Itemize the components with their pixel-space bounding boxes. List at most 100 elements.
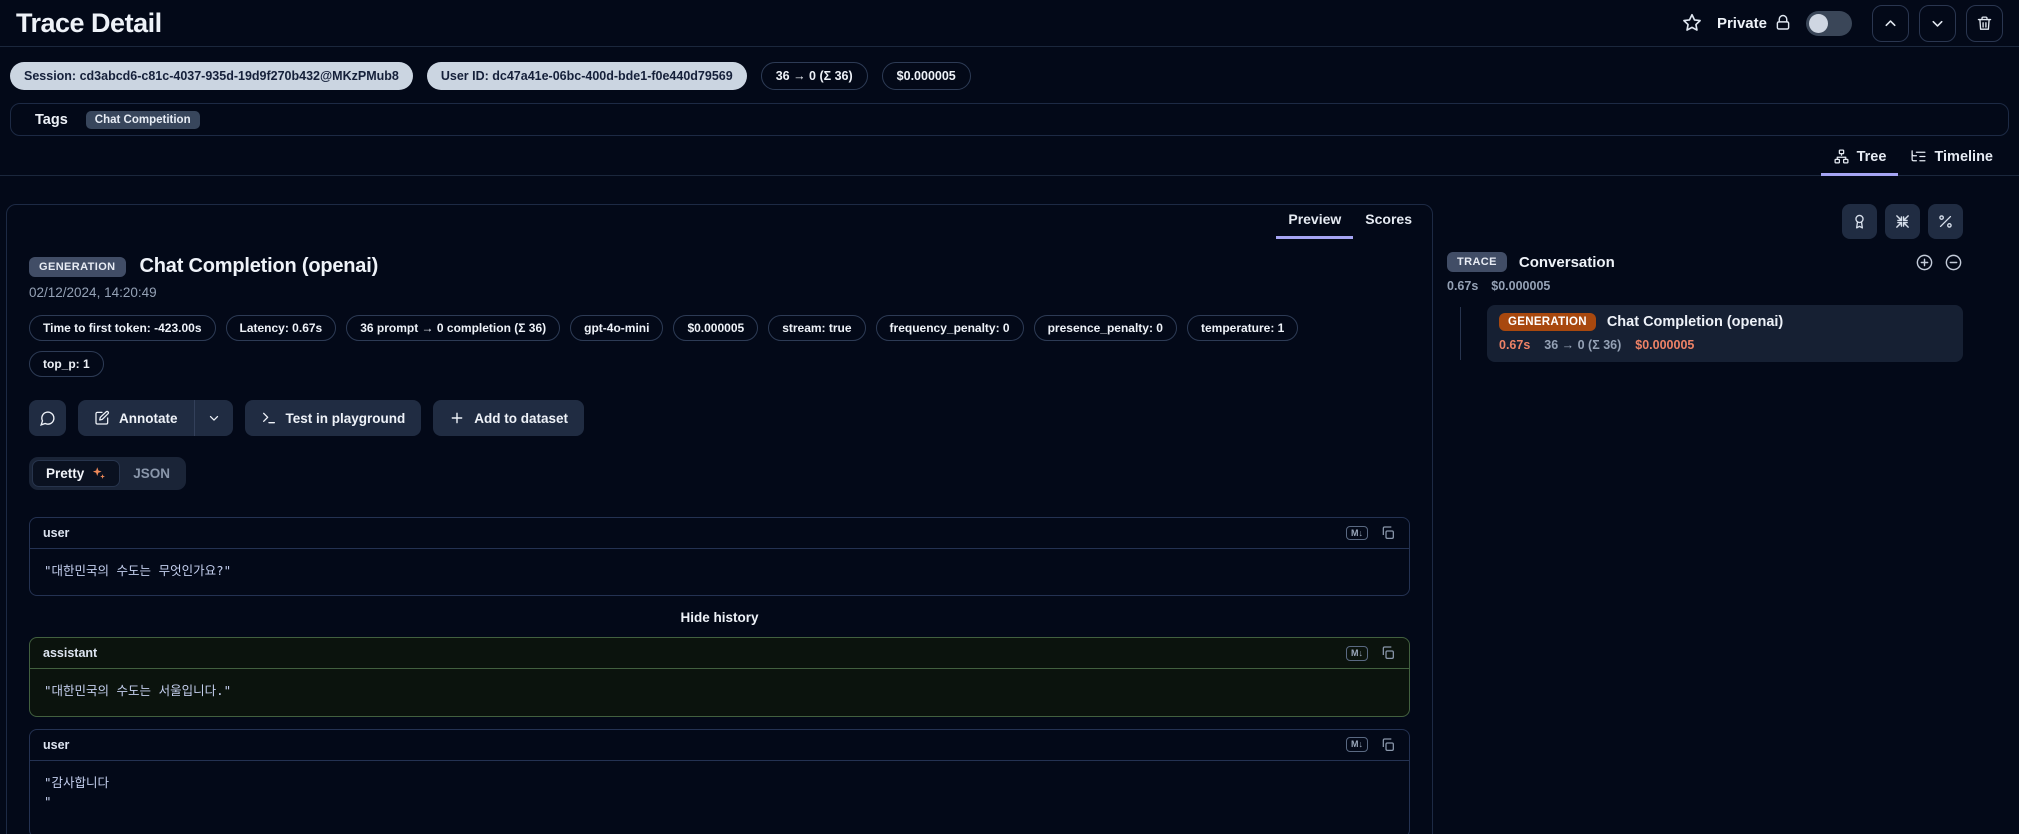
tab-preview[interactable]: Preview xyxy=(1276,205,1354,239)
tree-area: GENERATION Chat Completion (openai) 0.67… xyxy=(1447,305,1963,362)
cost-badge: $0.000005 xyxy=(673,315,759,341)
format-json-button[interactable]: JSON xyxy=(120,461,183,486)
node-cost: $0.000005 xyxy=(1635,338,1695,352)
chevron-down-icon xyxy=(209,415,218,421)
percent-icon xyxy=(1939,215,1952,228)
comment-button[interactable] xyxy=(29,400,66,436)
plus-icon xyxy=(451,412,463,424)
trace-latency: 0.67s xyxy=(1447,279,1479,293)
message-box-user-1: user M↓ "대한민국의 수도는 무엇인가요?" xyxy=(29,517,1410,597)
generation-type-badge: GENERATION xyxy=(29,256,126,277)
presence-penalty-badge: presence_penalty: 0 xyxy=(1033,315,1177,341)
io-preview: user M↓ "대한민국의 수도는 무엇인가요?" Hide history … xyxy=(29,517,1410,834)
message-box-user-2: user M↓ "감사합니다 " xyxy=(29,728,1410,834)
generation-node-row[interactable]: GENERATION Chat Completion (openai) 0.67… xyxy=(1487,305,1963,362)
pretty-label: Pretty xyxy=(46,466,85,481)
format-pretty-button[interactable]: Pretty xyxy=(32,460,121,487)
privacy-status: Private xyxy=(1717,14,1792,32)
playground-label: Test in playground xyxy=(285,410,406,426)
message-box-assistant: assistant M↓ "대한민국의 수도는 서울입니다." xyxy=(29,637,1410,717)
tags-label: Tags xyxy=(35,111,68,128)
tag-chip[interactable]: Chat Competition xyxy=(85,110,200,129)
markdown-toggle-icon[interactable]: M↓ xyxy=(1346,645,1368,661)
chevron-down-icon xyxy=(1932,20,1943,27)
tab-scores[interactable]: Scores xyxy=(1353,205,1424,239)
prev-trace-button[interactable] xyxy=(1872,4,1909,42)
ttft-badge: Time to first token: -423.00s xyxy=(29,315,216,341)
markdown-toggle-icon[interactable]: M↓ xyxy=(1346,525,1368,541)
hide-history-button[interactable]: Hide history xyxy=(29,610,1410,625)
temperature-badge: temperature: 1 xyxy=(1186,315,1299,341)
expand-node-icon[interactable] xyxy=(1915,253,1934,272)
main-area: Preview Scores GENERATION Chat Completio… xyxy=(0,176,2019,834)
trace-cost: $0.000005 xyxy=(1491,279,1551,293)
stream-badge: stream: true xyxy=(768,315,866,341)
user-id-badge[interactable]: User ID: dc47a41e-06bc-400d-bde1-f0e440d… xyxy=(426,62,747,90)
tab-timeline-label: Timeline xyxy=(1934,148,1993,165)
meta-badges-row: Session: cd3abcd6-c81c-4037-935d-19d9f27… xyxy=(0,47,2019,103)
trace-tree-panel: TRACE Conversation 0.67s $0.000005 GENER… xyxy=(1447,204,2009,362)
frequency-penalty-badge: frequency_penalty: 0 xyxy=(875,315,1024,341)
tab-tree-label: Tree xyxy=(1856,148,1887,165)
tags-container: Tags Chat Competition xyxy=(10,103,2009,136)
node-latency: 0.67s xyxy=(1499,338,1531,352)
edit-icon xyxy=(95,410,110,425)
model-badge[interactable]: gpt-4o-mini xyxy=(570,315,664,341)
collapse-all-button[interactable] xyxy=(1885,204,1920,239)
message-content: "감사합니다 " xyxy=(44,774,110,810)
delete-trace-button[interactable] xyxy=(1966,4,2003,42)
annotate-button[interactable]: Annotate xyxy=(78,400,194,436)
message-content: "대한민국의 수도는 무엇인가요?" xyxy=(44,563,232,578)
node-title: Chat Completion (openai) xyxy=(1606,314,1784,330)
page-title: Trace Detail xyxy=(16,7,162,38)
annotate-dropdown-button[interactable] xyxy=(195,400,233,436)
lock-icon xyxy=(1774,14,1792,32)
trace-root-row[interactable]: TRACE Conversation xyxy=(1447,252,1963,272)
message-role: user xyxy=(43,526,70,540)
message-role: assistant xyxy=(43,646,98,661)
actions-row: Annotate Test in playground Add to datas… xyxy=(29,400,1410,436)
message-role: user xyxy=(43,737,70,752)
token-badge: 36 prompt → 0 completion (Σ 36) xyxy=(346,315,561,341)
bookmark-star-icon[interactable] xyxy=(1681,12,1703,34)
observation-badges-row-2: top_p: 1 xyxy=(29,351,1410,377)
annotate-label: Annotate xyxy=(119,410,178,426)
trash-icon xyxy=(1977,15,1992,30)
message-content: "대한민국의 수도는 서울입니다." xyxy=(44,683,232,699)
scores-toggle-button[interactable] xyxy=(1842,204,1877,239)
add-to-dataset-button[interactable]: Add to dataset xyxy=(433,400,585,436)
metrics-toggle-button[interactable] xyxy=(1928,204,1963,239)
view-tabs: Tree Timeline xyxy=(0,142,2019,176)
public-toggle[interactable] xyxy=(1806,10,1852,36)
add-to-dataset-label: Add to dataset xyxy=(474,410,569,426)
page-header: Trace Detail Private xyxy=(0,0,2019,47)
tree-icon xyxy=(1834,149,1849,164)
copy-icon[interactable] xyxy=(1380,737,1396,753)
observation-timestamp: 02/12/2024, 14:20:49 xyxy=(29,285,157,300)
observation-card: Preview Scores GENERATION Chat Completio… xyxy=(6,204,1433,834)
latency-badge: Latency: 0.67s xyxy=(225,315,337,341)
timeline-icon xyxy=(1911,150,1926,162)
session-badge[interactable]: Session: cd3abcd6-c81c-4037-935d-19d9f27… xyxy=(10,62,413,90)
chevron-up-icon xyxy=(1885,19,1896,26)
panel-tabs: Preview Scores xyxy=(7,205,1432,239)
top-p-badge: top_p: 1 xyxy=(29,351,104,377)
playground-button[interactable]: Test in playground xyxy=(244,400,422,436)
next-trace-button[interactable] xyxy=(1919,4,1956,42)
trace-metrics: 0.67s $0.000005 xyxy=(1447,279,1963,293)
tab-tree[interactable]: Tree xyxy=(1820,142,1899,176)
node-generation-badge: GENERATION xyxy=(1499,313,1596,331)
sparkles-icon xyxy=(93,467,106,479)
node-tokens: 36 → 0 (Σ 36) xyxy=(1544,338,1622,352)
collapse-node-icon[interactable] xyxy=(1944,253,1963,272)
shrink-icon xyxy=(1896,215,1909,228)
copy-icon[interactable] xyxy=(1380,645,1396,661)
copy-icon[interactable] xyxy=(1380,525,1396,541)
tab-timeline[interactable]: Timeline xyxy=(1898,142,2005,176)
format-toggle: Pretty JSON xyxy=(29,457,187,490)
total-cost-badge: $0.000005 xyxy=(881,62,971,90)
markdown-toggle-icon[interactable]: M↓ xyxy=(1346,737,1368,753)
privacy-label: Private xyxy=(1716,14,1767,32)
tree-guide-line xyxy=(1460,307,1461,360)
